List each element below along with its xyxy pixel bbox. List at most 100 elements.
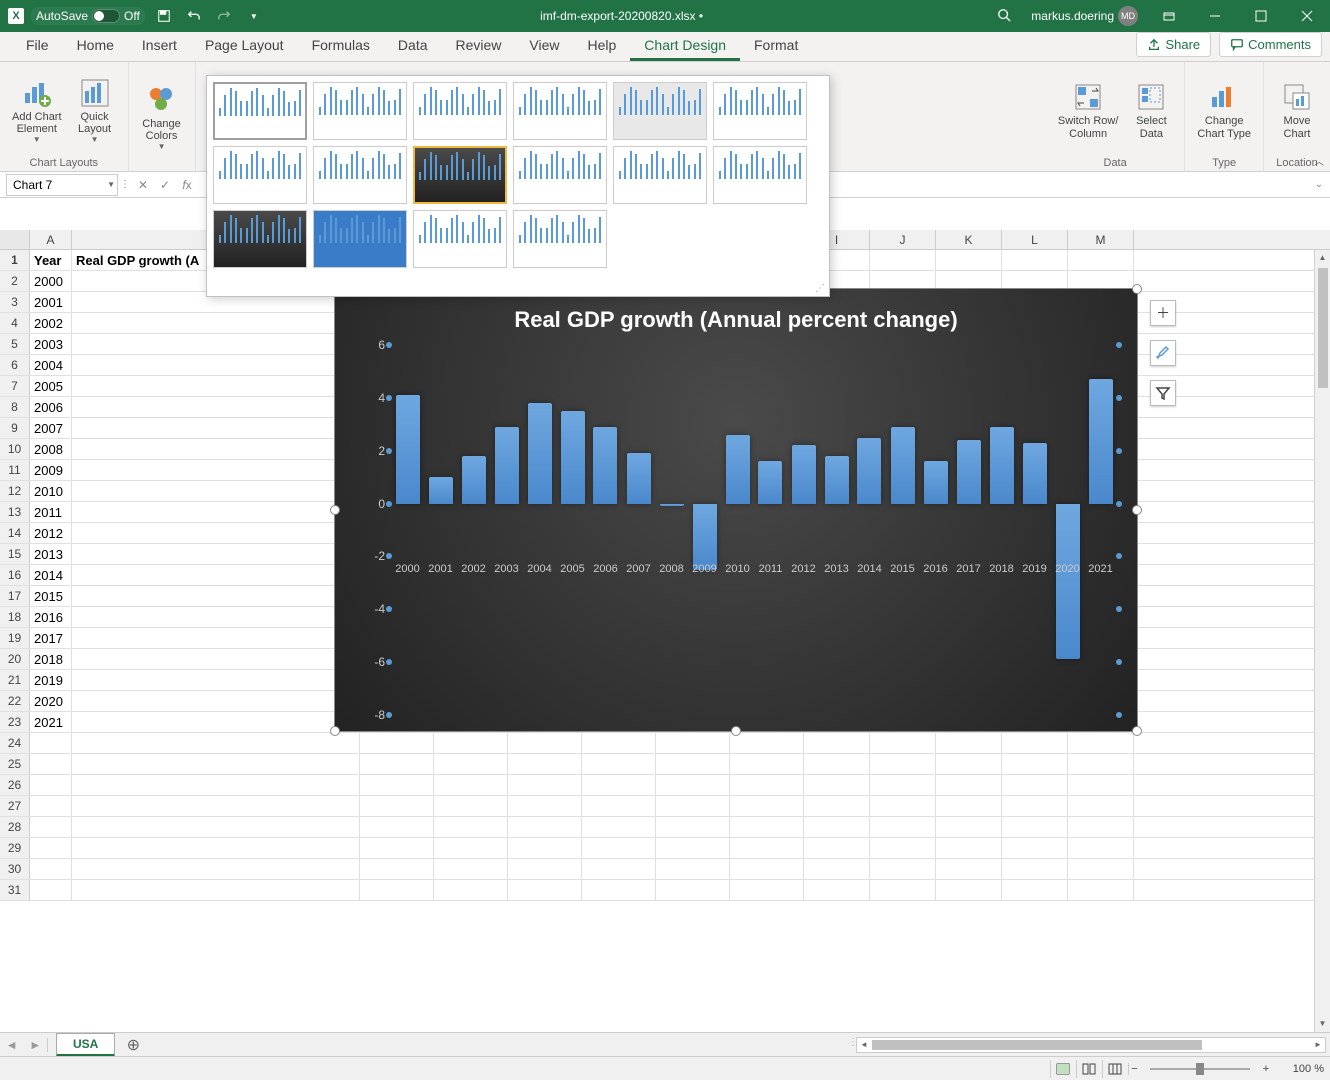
- cell[interactable]: [870, 796, 936, 816]
- bar[interactable]: [792, 445, 816, 503]
- cell[interactable]: 2005: [30, 376, 72, 396]
- user-avatar[interactable]: MD: [1118, 6, 1138, 26]
- enter-icon[interactable]: ✓: [154, 174, 176, 196]
- cell[interactable]: [72, 565, 360, 585]
- cell[interactable]: [72, 376, 360, 396]
- cell[interactable]: 2006: [30, 397, 72, 417]
- cell[interactable]: [72, 691, 360, 711]
- bar[interactable]: [561, 411, 585, 504]
- cell[interactable]: [582, 733, 656, 753]
- cell[interactable]: 2003: [30, 334, 72, 354]
- cell[interactable]: [508, 880, 582, 900]
- row-header[interactable]: 23: [0, 712, 30, 732]
- cell[interactable]: [870, 880, 936, 900]
- scroll-thumb[interactable]: [872, 1040, 1202, 1050]
- chart-style-thumb[interactable]: [513, 146, 607, 204]
- cell[interactable]: [936, 754, 1002, 774]
- col-header[interactable]: K: [936, 230, 1002, 249]
- cell[interactable]: 2020: [30, 691, 72, 711]
- bar[interactable]: [528, 403, 552, 503]
- scroll-right-icon[interactable]: ►: [1311, 1040, 1325, 1049]
- col-header[interactable]: L: [1002, 230, 1068, 249]
- cell[interactable]: [804, 859, 870, 879]
- cell[interactable]: [1068, 838, 1134, 858]
- cell[interactable]: [72, 607, 360, 627]
- cell[interactable]: [72, 397, 360, 417]
- resize-handle[interactable]: [1132, 505, 1142, 515]
- cell[interactable]: [30, 754, 72, 774]
- chart-filters-button[interactable]: [1150, 380, 1176, 406]
- row-header[interactable]: 18: [0, 607, 30, 627]
- cell[interactable]: [870, 838, 936, 858]
- row-header[interactable]: 6: [0, 355, 30, 375]
- sheet-tab-usa[interactable]: USA: [56, 1033, 115, 1057]
- cell[interactable]: 2013: [30, 544, 72, 564]
- cell[interactable]: [730, 859, 804, 879]
- cell[interactable]: [72, 523, 360, 543]
- cell[interactable]: [72, 754, 360, 774]
- cell[interactable]: [360, 796, 434, 816]
- cell[interactable]: [72, 418, 360, 438]
- cell[interactable]: [1002, 250, 1068, 270]
- cell[interactable]: [582, 775, 656, 795]
- row-header[interactable]: 25: [0, 754, 30, 774]
- chart-style-thumb[interactable]: [213, 210, 307, 268]
- chevron-down-icon[interactable]: ▼: [107, 180, 115, 189]
- cell[interactable]: [434, 775, 508, 795]
- bar[interactable]: [1056, 504, 1080, 660]
- zoom-level[interactable]: 100 %: [1274, 1063, 1324, 1075]
- row-header[interactable]: 26: [0, 775, 30, 795]
- cell[interactable]: [1068, 733, 1134, 753]
- cell[interactable]: [1002, 733, 1068, 753]
- cell[interactable]: [508, 733, 582, 753]
- cell[interactable]: [434, 754, 508, 774]
- cell[interactable]: 2001: [30, 292, 72, 312]
- row-header[interactable]: 5: [0, 334, 30, 354]
- search-icon[interactable]: [977, 8, 1031, 25]
- move-chart-button[interactable]: Move Chart: [1272, 66, 1322, 155]
- cell[interactable]: [508, 859, 582, 879]
- bar[interactable]: [593, 427, 617, 504]
- change-chart-type-button[interactable]: Change Chart Type: [1193, 66, 1255, 155]
- slider-knob[interactable]: [1196, 1063, 1204, 1075]
- cell[interactable]: [1002, 859, 1068, 879]
- fx-icon[interactable]: fx: [176, 174, 198, 196]
- cell[interactable]: [804, 880, 870, 900]
- row-header[interactable]: 7: [0, 376, 30, 396]
- cell[interactable]: [72, 670, 360, 690]
- horizontal-scrollbar[interactable]: ◄ ►: [856, 1037, 1326, 1053]
- cell[interactable]: [870, 775, 936, 795]
- bar[interactable]: [396, 395, 420, 503]
- cell[interactable]: [936, 838, 1002, 858]
- row-header[interactable]: 13: [0, 502, 30, 522]
- cell[interactable]: [360, 754, 434, 774]
- cell[interactable]: 4,7: [72, 712, 360, 732]
- scroll-up-icon[interactable]: ▲: [1315, 250, 1330, 266]
- select-all-corner[interactable]: [0, 230, 30, 249]
- cell[interactable]: [730, 838, 804, 858]
- bar[interactable]: [891, 427, 915, 504]
- tab-help[interactable]: Help: [574, 31, 631, 61]
- cell[interactable]: [582, 754, 656, 774]
- quick-layout-button[interactable]: Quick Layout ▼: [70, 66, 120, 155]
- cell[interactable]: [1002, 838, 1068, 858]
- chart-style-thumb[interactable]: [213, 146, 307, 204]
- cell[interactable]: 2002: [30, 313, 72, 333]
- bar[interactable]: [758, 461, 782, 503]
- cell[interactable]: [508, 817, 582, 837]
- cell[interactable]: [656, 880, 730, 900]
- cell[interactable]: 2018: [30, 649, 72, 669]
- tab-view[interactable]: View: [515, 31, 573, 61]
- row-header[interactable]: 16: [0, 565, 30, 585]
- cell[interactable]: [72, 649, 360, 669]
- cell[interactable]: [804, 775, 870, 795]
- save-icon[interactable]: [152, 4, 176, 28]
- cell[interactable]: [72, 817, 360, 837]
- cell[interactable]: 2004: [30, 355, 72, 375]
- row-header[interactable]: 12: [0, 481, 30, 501]
- cell[interactable]: [434, 859, 508, 879]
- cell[interactable]: [360, 775, 434, 795]
- row-header[interactable]: 10: [0, 439, 30, 459]
- cell[interactable]: 2019: [30, 670, 72, 690]
- tab-insert[interactable]: Insert: [128, 31, 191, 61]
